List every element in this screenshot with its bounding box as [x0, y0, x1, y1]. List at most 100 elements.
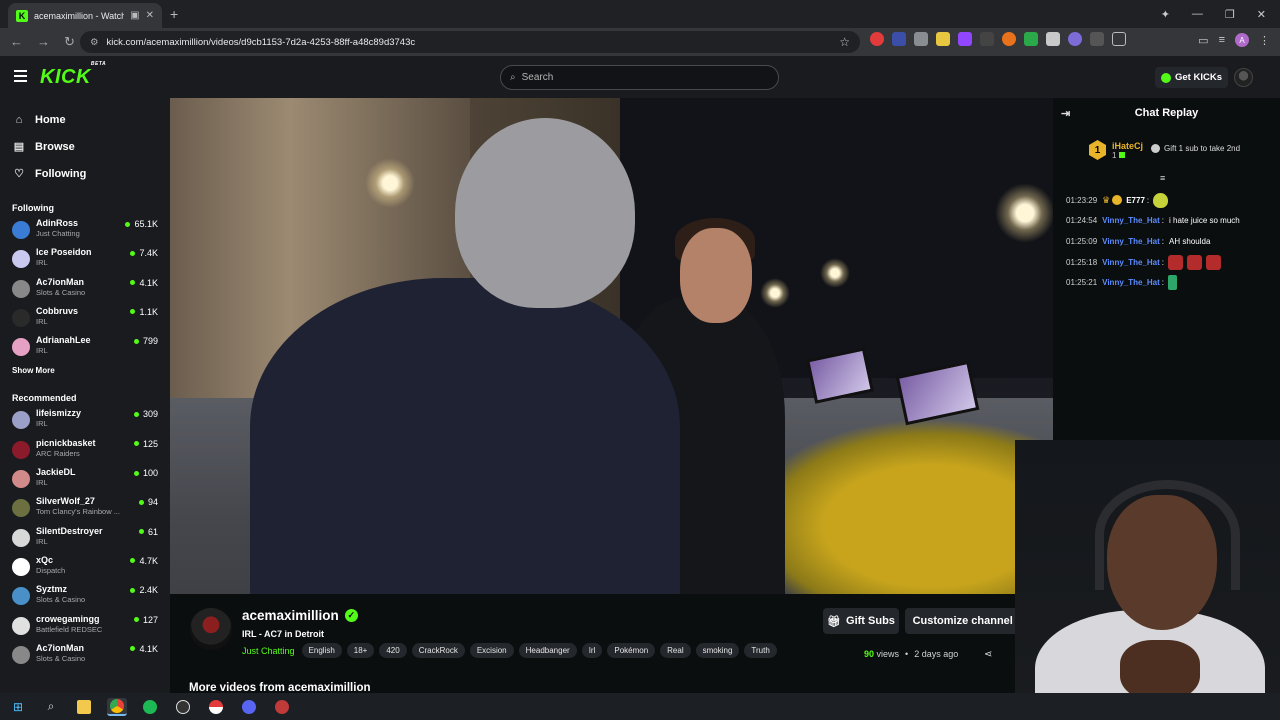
tag-chip[interactable]: Excision	[469, 643, 514, 658]
site-info-icon[interactable]: ⚙	[90, 37, 99, 48]
message-user[interactable]: Vinny_The_Hat	[1102, 258, 1160, 267]
gift-leaderboard[interactable]: 1 iHateCj 1	[1089, 140, 1143, 160]
video-player[interactable]	[170, 98, 1053, 594]
extension-purple-icon[interactable]	[958, 32, 972, 46]
channel-avatar-icon	[12, 470, 30, 489]
extension-blue-icon[interactable]	[892, 32, 906, 46]
sidebar-channel[interactable]: SilentDestroyer IRL 61	[0, 523, 170, 552]
app-icon[interactable]	[272, 698, 292, 716]
extension-orange-icon[interactable]	[1002, 32, 1016, 46]
tag-chip[interactable]: Truth	[744, 643, 777, 658]
sidebar-channel[interactable]: picnickbasket ARC Raiders 125	[0, 435, 170, 464]
show-more-link[interactable]: Show More	[0, 363, 170, 379]
close-window-icon[interactable]: ✕	[1257, 8, 1266, 21]
extension-camera-icon[interactable]	[1090, 32, 1104, 46]
extension-gray-icon[interactable]	[914, 32, 928, 46]
kick-logo[interactable]: KICKBETA	[40, 61, 106, 89]
taskbar-search-icon[interactable]: ⌕	[41, 698, 61, 716]
gift-icon: 🎁︎	[827, 615, 842, 628]
message-user[interactable]: Vinny_The_Hat	[1102, 216, 1160, 225]
message-colon: :	[1161, 257, 1165, 267]
extension-k-icon[interactable]	[1046, 32, 1060, 46]
ai-sparkle-icon[interactable]: ✦	[1161, 8, 1170, 21]
chat-header: ⇥ Chat Replay	[1053, 98, 1280, 128]
cast-icon[interactable]: ▭	[1198, 34, 1208, 47]
profile-avatar-icon[interactable]: A	[1235, 33, 1249, 47]
sidebar-channel[interactable]: Ac7ionMan Slots & Casino 4.1K	[0, 274, 170, 303]
sidebar-channel[interactable]: Ice Poseidon IRL 7.4K	[0, 244, 170, 273]
restore-icon[interactable]: ❐	[1225, 8, 1235, 21]
extension-red-icon[interactable]	[870, 32, 884, 46]
pokeball-icon[interactable]	[206, 698, 226, 716]
share-icon[interactable]: ⋖	[984, 649, 992, 660]
browser-menu-icon[interactable]: ⋮	[1259, 34, 1270, 47]
sidebar-channel[interactable]: Ac7ionMan Slots & Casino 4.1K	[0, 640, 170, 669]
nav-home[interactable]: ⌂ Home	[0, 106, 170, 133]
bookmark-star-icon[interactable]: ☆	[839, 35, 850, 49]
message-user[interactable]: Vinny_The_Hat	[1102, 237, 1160, 246]
spotify-icon[interactable]	[140, 698, 160, 716]
tab-media-icon[interactable]: ▣	[130, 10, 139, 21]
sidebar-channel[interactable]: AdinRoss Just Chatting 65.1K	[0, 215, 170, 244]
tab-close-icon[interactable]: ✕	[146, 10, 154, 21]
sidebar-channel[interactable]: SilverWolf_27 Tom Clancy's Rainbow ... 94	[0, 493, 170, 522]
chat-message: 01:25:09 Vinny_The_Hat: AH shoulda	[1066, 231, 1276, 252]
channel-name: SilverWolf_27	[36, 496, 95, 507]
sidebar-channel[interactable]: xQc Dispatch 4.7K	[0, 552, 170, 581]
message-user[interactable]: Vinny_The_Hat	[1102, 278, 1160, 287]
expand-chat-icon[interactable]: ≡	[1160, 173, 1165, 183]
channel-avatar-icon	[12, 616, 30, 635]
discord-icon[interactable]	[239, 698, 259, 716]
gift-subs-button[interactable]: 🎁︎ Gift Subs	[823, 608, 899, 634]
extensions-puzzle-icon[interactable]	[1112, 32, 1126, 46]
tag-chip[interactable]: 420	[379, 643, 407, 658]
channel-name[interactable]: acemaximillion	[242, 608, 339, 623]
sidebar-channel[interactable]: AdrianahLee IRL 799	[0, 332, 170, 361]
url-field[interactable]: ⚙ kick.com/acemaximillion/videos/d9cb115…	[80, 31, 860, 53]
reading-list-icon[interactable]: ≡	[1219, 34, 1225, 46]
file-explorer-icon[interactable]	[74, 698, 94, 716]
category-link[interactable]: Just Chatting	[242, 646, 295, 656]
extension-green-icon[interactable]	[1024, 32, 1038, 46]
channel-avatar[interactable]	[190, 608, 232, 650]
sidebar-channel[interactable]: crowegamingg Battlefield REDSEC 127	[0, 611, 170, 640]
tag-chip[interactable]: Pokémon	[607, 643, 656, 658]
menu-hamburger-icon[interactable]	[14, 70, 27, 82]
tag-chip[interactable]: Irl	[581, 643, 603, 658]
address-bar-row: ← → ↻ ⚙ kick.com/acemaximillion/videos/d…	[0, 28, 1280, 56]
tag-chip[interactable]: smoking	[695, 643, 740, 658]
sidebar-channel[interactable]: lifeismizzy IRL 309	[0, 405, 170, 434]
chrome-icon[interactable]	[107, 697, 127, 716]
extension-wand-icon[interactable]	[980, 32, 994, 46]
windows-start-icon[interactable]: ⊞	[8, 698, 28, 716]
message-user[interactable]: E777	[1126, 196, 1145, 205]
collapse-chat-icon[interactable]: ⇥	[1061, 107, 1070, 120]
nav-browse[interactable]: ▤ Browse	[0, 133, 170, 160]
tag-chip[interactable]: 18+	[346, 643, 375, 658]
sidebar-channel[interactable]: Cobbruvs IRL 1.1K	[0, 303, 170, 332]
channel-avatar-icon	[12, 279, 30, 298]
obs-icon[interactable]	[173, 698, 193, 716]
get-kicks-button[interactable]: Get KICKs	[1155, 67, 1228, 88]
browser-tab[interactable]: K acemaximillion - Watch the ▣ ✕	[8, 3, 162, 28]
extension-yellow-icon[interactable]	[936, 32, 950, 46]
search-input[interactable]	[521, 72, 778, 83]
tag-chip[interactable]: Real	[660, 643, 691, 658]
back-icon[interactable]: ←	[10, 34, 23, 50]
minimize-icon[interactable]: —	[1192, 8, 1203, 20]
sidebar-channel[interactable]: JackieDL IRL 100	[0, 464, 170, 493]
tag-chip[interactable]: English	[301, 643, 342, 658]
reload-icon[interactable]: ↻	[64, 34, 75, 50]
forward-icon[interactable]: →	[37, 34, 50, 50]
customize-channel-button[interactable]: Customize channel ⇗	[905, 608, 1033, 634]
user-avatar[interactable]	[1234, 68, 1253, 87]
search-bar[interactable]: ⌕	[500, 65, 779, 90]
nav-following[interactable]: ♡ Following	[0, 160, 170, 187]
tag-chip[interactable]: CrackRock	[411, 643, 465, 658]
sidebar-channel[interactable]: Syztmz Slots & Casino 2.4K	[0, 581, 170, 610]
new-tab-icon[interactable]: +	[170, 6, 178, 22]
gift-prompt[interactable]: Gift 1 sub to take 2nd	[1151, 144, 1240, 153]
tag-chip[interactable]: Headbanger	[518, 643, 577, 658]
emote-icon	[1168, 275, 1178, 291]
extension-cloud-icon[interactable]	[1068, 32, 1082, 46]
